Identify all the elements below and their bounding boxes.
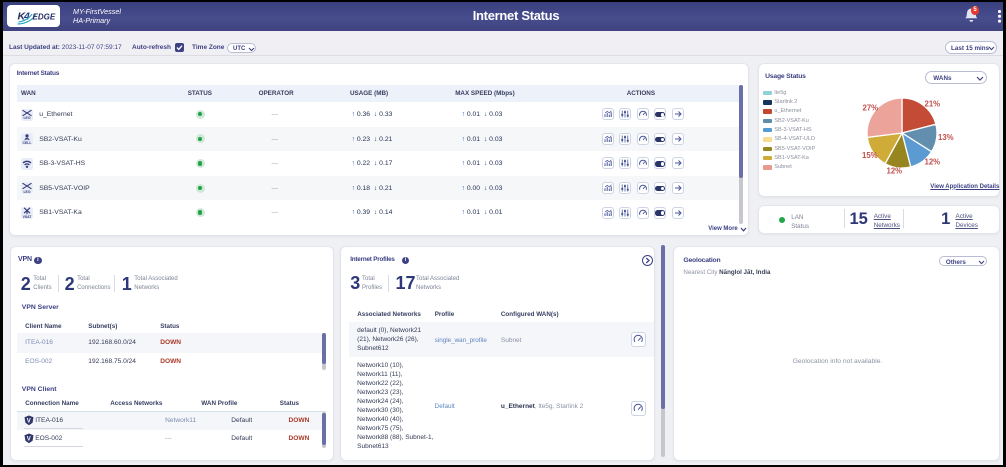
svg-text:13%: 13% bbox=[938, 133, 954, 142]
svg-text:V: V bbox=[26, 419, 30, 425]
svg-text:27%: 27% bbox=[863, 103, 879, 112]
svg-text:21%: 21% bbox=[925, 99, 941, 108]
svg-text:V: V bbox=[26, 437, 30, 443]
svg-text:EDGE: EDGE bbox=[32, 13, 55, 22]
svg-text:15%: 15% bbox=[862, 151, 878, 160]
svg-text:12%: 12% bbox=[925, 157, 941, 166]
svg-text:12%: 12% bbox=[887, 166, 903, 175]
